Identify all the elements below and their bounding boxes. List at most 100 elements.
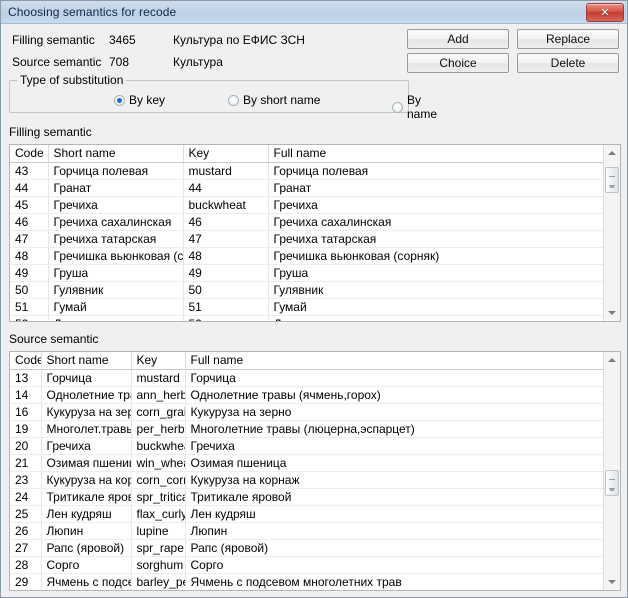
table-cell[interactable]: Озимая пшеница	[41, 454, 132, 472]
table-cell[interactable]: 25	[10, 505, 42, 523]
table-cell[interactable]: 50	[183, 281, 269, 299]
table-cell[interactable]: Гречиха сахалинская	[48, 213, 184, 231]
table-cell[interactable]: Сорго	[185, 556, 603, 574]
table-cell[interactable]: Гречиха татарская	[268, 230, 603, 248]
table-cell[interactable]: 47	[10, 230, 49, 248]
table-cell[interactable]: buckwheat	[131, 437, 186, 455]
filling-grid-scrollbar[interactable]	[603, 145, 620, 321]
column-header[interactable]: Code	[10, 352, 42, 370]
table-row[interactable]: 51 Гумай 51 Гумай	[10, 298, 603, 316]
table-cell[interactable]: 14	[10, 386, 42, 404]
table-cell[interactable]: mustard	[183, 162, 269, 180]
table-cell[interactable]: lupine	[131, 522, 186, 540]
table-cell[interactable]: corn_corn	[131, 471, 186, 489]
table-cell[interactable]: Кукуруза на корнаж	[41, 471, 132, 489]
scrollbar-thumb[interactable]	[605, 167, 619, 193]
table-cell[interactable]: 46	[183, 213, 269, 231]
scroll-down-icon[interactable]	[604, 574, 620, 590]
table-cell[interactable]: 52	[10, 315, 49, 321]
table-cell[interactable]: 28	[10, 556, 42, 574]
table-row[interactable]: 25 Лен кудряш flax_curly Лен кудряш	[10, 505, 603, 523]
table-cell[interactable]: 50	[10, 281, 49, 299]
table-cell[interactable]: Кукуруза на корнаж	[185, 471, 603, 489]
table-cell[interactable]: Гречиха татарская	[48, 230, 184, 248]
table-row[interactable]: 16Кукуруза на зерноcorn_grainКукуруза на…	[10, 403, 603, 421]
column-header[interactable]: Short name	[48, 145, 184, 163]
table-cell[interactable]: buckwheat	[183, 196, 269, 214]
table-cell[interactable]: ann_herbs	[131, 386, 186, 404]
table-cell[interactable]: 19	[10, 420, 42, 438]
table-cell[interactable]: barley_per	[131, 573, 186, 590]
scroll-down-icon[interactable]	[604, 305, 620, 321]
table-cell[interactable]: Горчица полевая	[48, 162, 184, 180]
table-cell[interactable]: Тритикале яровой	[185, 488, 603, 506]
table-cell[interactable]: Горчица	[185, 369, 603, 387]
table-cell[interactable]: Гречиха	[48, 196, 184, 214]
table-cell[interactable]: Горчица полевая	[268, 162, 603, 180]
table-cell[interactable]: Гречиха	[185, 437, 603, 455]
table-cell[interactable]: Ячмень с подсевом	[41, 573, 132, 590]
table-row[interactable]: 13 Горчица mustard Горчица	[10, 369, 603, 387]
table-row[interactable]: 45 Гречиха buckwheat Гречиха	[10, 196, 603, 214]
table-cell[interactable]: Д	[268, 315, 603, 321]
add-button[interactable]: Add	[407, 29, 509, 49]
table-cell[interactable]: Груша	[48, 264, 184, 282]
table-row[interactable]: 48Гречишка вьюнковая (сорняк)48Гречишка …	[10, 247, 603, 265]
table-cell[interactable]: Гранат	[48, 179, 184, 197]
table-cell[interactable]: 48	[183, 247, 269, 265]
table-cell[interactable]: Люпин	[41, 522, 132, 540]
table-cell[interactable]: Тритикале яровой	[41, 488, 132, 506]
table-cell[interactable]: 47	[183, 230, 269, 248]
table-cell[interactable]: Груша	[268, 264, 603, 282]
table-cell[interactable]: spr_tritical	[131, 488, 186, 506]
table-cell[interactable]: Гречиха сахалинская	[268, 213, 603, 231]
filling-semantic-grid[interactable]: Code Short name Key Full name 43 Горчица пол…	[9, 144, 621, 322]
table-cell[interactable]: Ячмень с подсевом многолетних трав	[185, 573, 603, 590]
table-cell[interactable]: per_herbs	[131, 420, 186, 438]
table-cell[interactable]: 13	[10, 369, 42, 387]
table-cell[interactable]: 48	[10, 247, 49, 265]
table-cell[interactable]: 45	[10, 196, 49, 214]
table-cell[interactable]: 20	[10, 437, 42, 455]
table-cell[interactable]: 21	[10, 454, 42, 472]
table-cell[interactable]: 29	[10, 573, 42, 590]
radio-by-short-name[interactable]: By short name	[228, 93, 320, 107]
table-row[interactable]: 46 Гречиха сахалинская 46 Гречиха сахалинск…	[10, 213, 603, 231]
table-row[interactable]: 47 Гречиха татарская 47 Гречиха татарская	[10, 230, 603, 248]
column-header[interactable]: Key	[131, 352, 186, 370]
replace-button[interactable]: Replace	[517, 29, 619, 49]
column-header[interactable]: Key	[183, 145, 269, 163]
table-row[interactable]: 24Тритикале яровойspr_triticalТритикале …	[10, 488, 603, 506]
table-cell[interactable]: 26	[10, 522, 42, 540]
table-cell[interactable]: Гумай	[268, 298, 603, 316]
table-cell[interactable]: Гречиха	[41, 437, 132, 455]
scroll-up-icon[interactable]	[604, 145, 620, 161]
table-cell[interactable]: Многолет.травы	[41, 420, 132, 438]
table-row[interactable]: 43 Горчица полевая mustard Горчица полевая	[10, 162, 603, 180]
table-cell[interactable]: 51	[183, 298, 269, 316]
table-row[interactable]: 20ГречихаbuckwheatГречиха	[10, 437, 603, 455]
table-cell[interactable]: 46	[10, 213, 49, 231]
column-header[interactable]: Full name	[185, 352, 603, 370]
table-cell[interactable]: Кукуруза на зерно	[41, 403, 132, 421]
table-row[interactable]: 49 Груша 49 Груша	[10, 264, 603, 282]
delete-button[interactable]: Delete	[517, 53, 619, 73]
table-cell[interactable]: Гулявник	[268, 281, 603, 299]
table-cell[interactable]: Лен кудряш	[185, 505, 603, 523]
table-cell[interactable]: 44	[183, 179, 269, 197]
scrollbar-thumb[interactable]	[605, 470, 619, 496]
table-row[interactable]: 23Кукуруза на корнажcorn_cornКукуруза на…	[10, 471, 603, 489]
table-cell[interactable]: Лен кудряш	[41, 505, 132, 523]
table-cell[interactable]: corn_grain	[131, 403, 186, 421]
column-header[interactable]: Full name	[268, 145, 603, 163]
table-cell[interactable]: spr_rape	[131, 539, 186, 557]
table-cell[interactable]: Сорго	[41, 556, 132, 574]
table-cell[interactable]: 27	[10, 539, 42, 557]
table-row[interactable]: 14Однолетние травыann_herbsОднолетние тр…	[10, 386, 603, 404]
source-grid-scrollbar[interactable]	[603, 352, 620, 590]
table-cell[interactable]: Гулявник	[48, 281, 184, 299]
table-cell[interactable]: Гречишка вьюнковая (сорняк)	[48, 247, 184, 265]
column-header[interactable]: Code	[10, 145, 49, 163]
table-cell[interactable]: sorghum	[131, 556, 186, 574]
table-cell[interactable]: Многолетние травы (люцерна,эспарцет)	[185, 420, 603, 438]
